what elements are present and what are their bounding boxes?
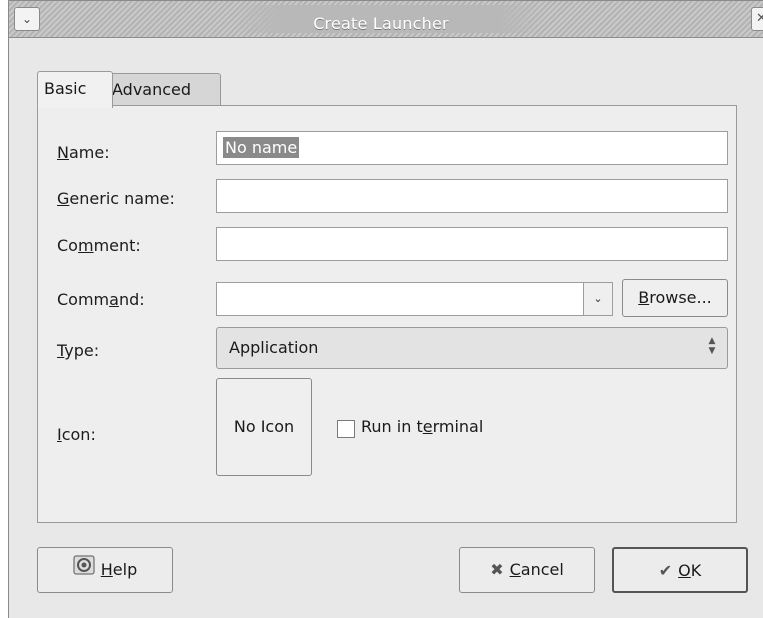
type-selected-value: Application xyxy=(229,338,319,357)
tab-basic-label: Basic xyxy=(44,79,87,98)
help-icon xyxy=(73,548,95,592)
run-in-terminal-label[interactable]: Run in terminal xyxy=(361,417,483,436)
generic-name-field[interactable] xyxy=(216,179,728,213)
cancel-icon: ✖ xyxy=(490,560,504,579)
icon-picker-button[interactable]: No Icon xyxy=(216,378,312,476)
close-button[interactable]: ✕ xyxy=(751,7,763,31)
tab-advanced-label: Advanced xyxy=(112,80,192,99)
run-in-terminal-checkbox[interactable] xyxy=(337,420,355,438)
ok-button[interactable]: ✔ OK xyxy=(612,547,748,593)
comment-field[interactable] xyxy=(216,227,728,261)
help-button[interactable]: Help xyxy=(37,547,173,593)
name-field-value: No name xyxy=(223,137,300,158)
command-label: Command: xyxy=(57,290,145,309)
close-icon: ✕ xyxy=(756,11,763,26)
create-launcher-dialog: ⌄ Create Launcher ✕ Basic Advanced Name:… xyxy=(8,0,763,618)
title-bar[interactable]: ⌄ Create Launcher ✕ xyxy=(9,1,763,38)
window-title: Create Launcher xyxy=(313,14,449,33)
window-menu-button[interactable]: ⌄ xyxy=(14,7,40,31)
title-area: Create Launcher xyxy=(234,5,544,33)
chevron-down-icon: ⌄ xyxy=(21,12,33,26)
browse-button[interactable]: Browse... xyxy=(622,279,728,317)
generic-name-label: Generic name: xyxy=(57,189,175,208)
check-icon: ✔ xyxy=(658,561,673,580)
chevron-down-icon: ⌄ xyxy=(593,292,603,305)
cancel-button[interactable]: ✖ Cancel xyxy=(459,547,595,593)
name-field[interactable]: No name xyxy=(216,131,728,165)
type-select[interactable]: Application ▲ ▼ xyxy=(216,327,728,369)
tab-advanced[interactable]: Advanced xyxy=(105,73,221,106)
tab-basic[interactable]: Basic xyxy=(37,71,113,108)
type-label: Type: xyxy=(57,341,100,360)
icon-label: Icon: xyxy=(57,425,96,444)
command-field[interactable] xyxy=(216,282,584,316)
updown-arrows-icon: ▲ ▼ xyxy=(708,336,716,356)
comment-label: Comment: xyxy=(57,236,141,255)
command-history-dropdown[interactable]: ⌄ xyxy=(583,282,613,316)
name-label: Name: xyxy=(57,143,110,162)
